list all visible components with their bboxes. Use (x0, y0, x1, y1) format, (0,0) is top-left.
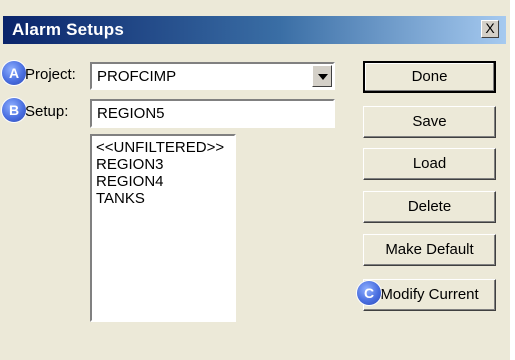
save-button[interactable]: Save (363, 106, 496, 138)
load-button[interactable]: Load (363, 148, 496, 180)
list-item[interactable]: REGION3 (96, 156, 224, 173)
project-dropdown-button[interactable] (312, 65, 332, 87)
setup-list: <<UNFILTERED>> REGION3 REGION4 TANKS (96, 139, 224, 207)
badge-a: A (2, 61, 26, 85)
badge-b: B (2, 98, 26, 122)
setup-label: Setup: (25, 103, 69, 120)
modify-current-button[interactable]: Modify Current (363, 279, 496, 311)
list-item[interactable]: TANKS (96, 190, 224, 207)
alarm-setups-dialog: Alarm Setups X A Project: PROFCIMP B Set… (0, 0, 510, 360)
chevron-down-icon (318, 74, 328, 80)
done-button[interactable]: Done (363, 61, 496, 93)
close-button[interactable]: X (481, 20, 499, 38)
setup-input[interactable]: REGION5 (90, 99, 335, 128)
close-icon: X (485, 20, 495, 36)
project-value: PROFCIMP (97, 68, 177, 85)
project-label: Project: (25, 66, 76, 83)
list-item[interactable]: REGION4 (96, 173, 224, 190)
project-combobox[interactable]: PROFCIMP (90, 62, 335, 90)
setup-value: REGION5 (97, 105, 165, 122)
setup-listbox[interactable]: <<UNFILTERED>> REGION3 REGION4 TANKS (90, 134, 236, 322)
delete-button[interactable]: Delete (363, 191, 496, 223)
badge-c: C (357, 281, 381, 305)
list-item[interactable]: <<UNFILTERED>> (96, 139, 224, 156)
window-title: Alarm Setups (12, 20, 124, 39)
title-bar[interactable]: Alarm Setups X (3, 16, 506, 44)
make-default-button[interactable]: Make Default (363, 234, 496, 266)
